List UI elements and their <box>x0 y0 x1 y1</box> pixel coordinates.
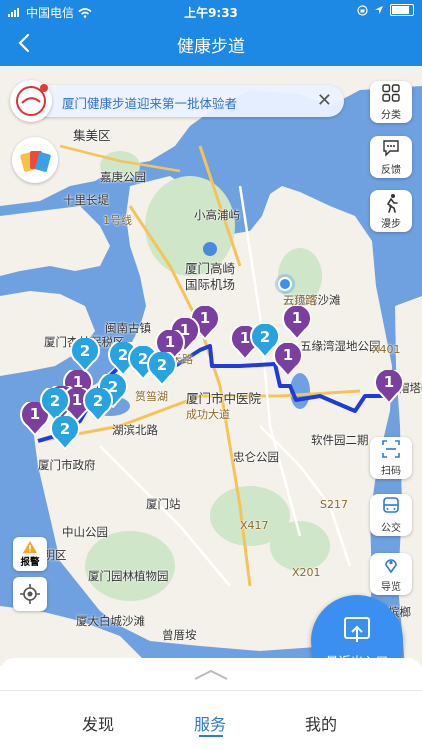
scan-button[interactable]: 扫码 <box>370 437 412 479</box>
place-label: 曾厝垵 <box>162 628 197 642</box>
tab-services[interactable]: 服务 <box>194 711 226 735</box>
place-label: 厦门市政府 <box>38 458 96 472</box>
place-label: 十里长堤 <box>63 193 109 207</box>
place-label: 筼筜湖 <box>135 390 168 403</box>
crosshair-icon <box>20 584 40 604</box>
location-arrow-icon <box>375 6 383 14</box>
place-label: 厦门市中医院 <box>186 391 262 406</box>
locate-button[interactable] <box>13 577 47 611</box>
active-tab-indicator <box>199 735 223 737</box>
place-label: 集美区 <box>73 128 111 143</box>
map-pin-icon <box>370 553 412 582</box>
place-label: 厦大白城沙滩 <box>76 614 145 628</box>
trail-marker[interactable]: 1 <box>374 370 404 404</box>
stroll-button[interactable]: 漫步 <box>370 190 412 232</box>
road-label: X201 <box>292 566 321 579</box>
place-label: 厦门园林植物园 <box>88 569 169 583</box>
scan-icon <box>370 437 412 466</box>
grid-icon <box>370 81 412 110</box>
gift-cards-icon[interactable] <box>12 137 58 183</box>
category-button[interactable]: 分类 <box>370 81 412 123</box>
bus-button[interactable]: 公交 <box>370 494 412 536</box>
trail-cluster-marker[interactable]: 2 <box>83 388 113 422</box>
trail-cluster-marker[interactable]: 2 <box>250 324 280 358</box>
road-label: 1号线 <box>103 214 132 227</box>
guide-button[interactable]: 导览 <box>370 553 412 595</box>
place-label: 忠仑公园 <box>233 450 279 464</box>
chat-icon <box>370 136 412 165</box>
chevron-up-icon <box>194 669 228 680</box>
road-label: X401 <box>372 343 401 356</box>
feedback-button[interactable]: 反馈 <box>370 136 412 178</box>
header-bar: 中国电信 上午9:33 健康步道 <box>0 0 422 66</box>
place-label: 中山公园 <box>62 525 108 539</box>
app-logo-icon <box>10 80 52 122</box>
warning-icon <box>23 541 37 553</box>
place-label: 嘉庚公园 <box>100 170 146 184</box>
place-label: 厦门站 <box>146 497 181 511</box>
place-label: 软件园二期 <box>311 433 369 447</box>
battery-icon <box>390 4 414 16</box>
place-label: 五缘湾湿地公园 <box>300 339 381 353</box>
tab-bar: 发现 服务 我的 <box>0 690 422 751</box>
map-view[interactable]: 集美区 嘉庚公园 十里长堤 小高浦屿 厦门高崎 国际机场 五缘湾沙滩 闽南古镇 … <box>0 66 422 666</box>
announcement-banner[interactable]: 厦门健康步道迎来第一批体验者 ✕ <box>10 80 344 122</box>
place-label: 湖滨北路 <box>112 423 158 437</box>
place-label: 国际机场 <box>185 277 236 292</box>
tab-discover[interactable]: 发现 <box>82 711 114 735</box>
alarm-button[interactable]: 报警 <box>13 537 47 571</box>
banner-text: 厦门健康步道迎来第一批体验者 <box>62 96 238 111</box>
trail-cluster-marker[interactable]: 2 <box>50 416 80 450</box>
trail-cluster-marker[interactable]: 2 <box>147 352 177 386</box>
road-label: X417 <box>240 519 269 532</box>
trail-marker[interactable]: 1 <box>282 306 312 340</box>
place-label: 成功大道 <box>186 408 230 421</box>
place-label: 小高浦屿 <box>194 208 240 222</box>
alarm-label: 报警 <box>20 557 40 568</box>
lock-rotation-icon <box>357 4 368 16</box>
road-label: S217 <box>320 498 348 511</box>
walker-icon <box>370 190 412 219</box>
map-canvas <box>0 66 422 666</box>
status-bar: 中国电信 上午9:33 <box>0 0 422 22</box>
bottom-sheet-handle[interactable] <box>0 658 422 690</box>
bus-icon <box>370 494 412 523</box>
trail-cluster-marker[interactable]: 2 <box>70 338 100 372</box>
page-title: 健康步道 <box>177 37 245 57</box>
entrance-icon <box>344 617 370 642</box>
close-icon[interactable]: ✕ <box>317 90 332 111</box>
tab-mine[interactable]: 我的 <box>305 711 337 735</box>
